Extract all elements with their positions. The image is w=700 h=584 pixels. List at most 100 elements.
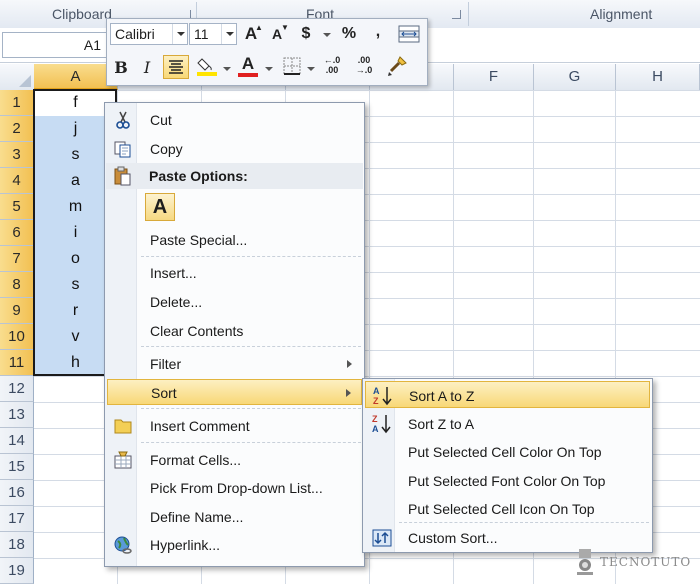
row-header[interactable]: 18 [0, 532, 34, 558]
chevron-down-icon[interactable] [223, 67, 231, 71]
row-header[interactable]: 9 [0, 298, 34, 324]
borders-icon [283, 57, 301, 75]
currency-button[interactable]: $ [299, 23, 313, 45]
font-launcher-icon[interactable] [452, 10, 461, 19]
sort-glyph-a: A [372, 424, 379, 434]
menu-item-insert[interactable]: Insert... [107, 260, 362, 286]
menu-item-cell-color-on-top[interactable]: Put Selected Cell Color On Top [365, 438, 650, 465]
row-headers: 1 2 3 4 5 6 7 8 9 10 11 12 13 14 15 16 1… [0, 90, 34, 584]
menu-item-cell-icon-on-top[interactable]: Put Selected Cell Icon On Top [365, 495, 650, 522]
menu-item-label: Paste Special... [150, 232, 248, 248]
font-size-box[interactable]: 11 [189, 23, 237, 45]
menu-item-define-name[interactable]: Define Name... [107, 504, 362, 530]
menu-item-label: Define Name... [150, 509, 244, 525]
menu-item-label: Hyperlink... [150, 537, 221, 553]
bold-button[interactable]: B [111, 57, 131, 79]
row-header[interactable]: 15 [0, 454, 34, 480]
row-header[interactable]: 19 [0, 558, 34, 584]
caret-down-icon: ▼ [281, 23, 289, 32]
row-header[interactable]: 2 [0, 116, 34, 142]
chevron-down-icon[interactable] [265, 67, 273, 71]
mini-toolbar: Calibri 11 A ▲ A ▼ $ % , B I A ←.0 .00 .… [106, 18, 428, 86]
ribbon-separator [468, 2, 469, 26]
sort-a-to-z-icon: A Z [373, 385, 393, 407]
shrink-font-button[interactable]: A ▼ [267, 23, 289, 45]
menu-item-font-color-on-top[interactable]: Put Selected Font Color On Top [365, 467, 650, 494]
row-header[interactable]: 11 [0, 350, 34, 376]
font-name-value: Calibri [115, 26, 155, 42]
italic-button[interactable]: I [137, 57, 157, 79]
column-header-g[interactable]: G [534, 64, 616, 90]
font-color-button[interactable]: A [237, 53, 259, 77]
row-header[interactable]: 12 [0, 376, 34, 402]
menu-item-label: Insert... [150, 265, 197, 281]
menu-item-paste-special[interactable]: Paste Special... [107, 227, 362, 253]
select-all-corner[interactable] [0, 64, 34, 90]
row-header[interactable]: 13 [0, 402, 34, 428]
menu-item-pick-from-list[interactable]: Pick From Drop-down List... [107, 475, 362, 501]
menu-item-filter[interactable]: Filter [107, 351, 362, 377]
paste-keep-source-button[interactable]: A [145, 193, 175, 221]
menu-item-label: Clear Contents [150, 323, 244, 339]
decrease-decimal-button[interactable]: .00 →.0 [351, 55, 377, 77]
menu-item-label: Copy [150, 141, 183, 157]
menu-item-label: Insert Comment [150, 418, 250, 434]
row-header[interactable]: 4 [0, 168, 34, 194]
percent-button[interactable]: % [339, 23, 359, 45]
menu-item-sort-z-to-a[interactable]: Z A Sort Z to A [365, 410, 650, 437]
comma-button[interactable]: , [371, 21, 385, 43]
chevron-right-icon [346, 389, 351, 397]
menu-item-label: Put Selected Cell Color On Top [408, 444, 602, 460]
paste-options-header: Paste Options: [106, 163, 363, 189]
menu-item-delete[interactable]: Delete... [107, 289, 362, 315]
chevron-down-icon[interactable] [172, 24, 187, 44]
menu-separator [141, 256, 361, 258]
row-header[interactable]: 5 [0, 194, 34, 220]
borders-button[interactable] [281, 57, 303, 79]
font-color-icon: A [241, 54, 255, 73]
menu-item-custom-sort[interactable]: Custom Sort... [365, 524, 650, 551]
font-name-box[interactable]: Calibri [110, 23, 188, 45]
chevron-down-icon[interactable] [221, 24, 236, 44]
menu-item-hyperlink[interactable]: Hyperlink... [107, 532, 362, 558]
column-header-h[interactable]: H [616, 64, 700, 90]
name-box[interactable]: A1 [2, 32, 110, 58]
menu-item-insert-comment[interactable]: Insert Comment [107, 413, 362, 439]
row-header[interactable]: 17 [0, 506, 34, 532]
custom-sort-icon [372, 529, 392, 547]
menu-item-copy[interactable]: Copy [107, 136, 362, 162]
menu-item-clear-contents[interactable]: Clear Contents [107, 318, 362, 344]
grow-font-button[interactable]: A ▲ [241, 23, 263, 45]
chevron-down-icon[interactable] [307, 67, 315, 71]
menu-item-label: Sort A to Z [409, 388, 475, 404]
format-painter-button[interactable] [385, 55, 409, 77]
menu-item-label: Put Selected Cell Icon On Top [408, 501, 595, 517]
row-header[interactable]: 10 [0, 324, 34, 350]
clipboard-icon [114, 166, 131, 186]
row-header[interactable]: 16 [0, 480, 34, 506]
menu-item-format-cells[interactable]: Format Cells... [107, 447, 362, 473]
chevron-down-icon[interactable] [323, 33, 331, 37]
arrow-down-icon [382, 387, 392, 406]
format-cells-icon [114, 451, 132, 469]
name-box-value: A1 [83, 37, 101, 53]
merge-center-button[interactable] [397, 23, 421, 45]
ribbon-group-clipboard: Clipboard [52, 6, 112, 22]
format-painter-icon [388, 56, 407, 76]
row-header[interactable]: 1 [0, 90, 34, 116]
menu-item-sort[interactable]: Sort [107, 379, 362, 405]
row-header[interactable]: 7 [0, 246, 34, 272]
fill-color-button[interactable] [195, 55, 219, 77]
watermark: TECNOTUTO [570, 548, 696, 578]
paint-bucket-icon [197, 58, 217, 76]
row-header[interactable]: 8 [0, 272, 34, 298]
row-header[interactable]: 14 [0, 428, 34, 454]
row-header[interactable]: 3 [0, 142, 34, 168]
increase-decimal-button[interactable]: ←.0 .00 [319, 55, 345, 77]
menu-item-cut[interactable]: Cut [107, 107, 362, 133]
align-center-button[interactable] [163, 55, 189, 79]
row-header[interactable]: 6 [0, 220, 34, 246]
menu-separator [141, 346, 361, 348]
column-header-f[interactable]: F [454, 64, 534, 90]
menu-item-sort-a-to-z[interactable]: A Z Sort A to Z [365, 381, 650, 408]
